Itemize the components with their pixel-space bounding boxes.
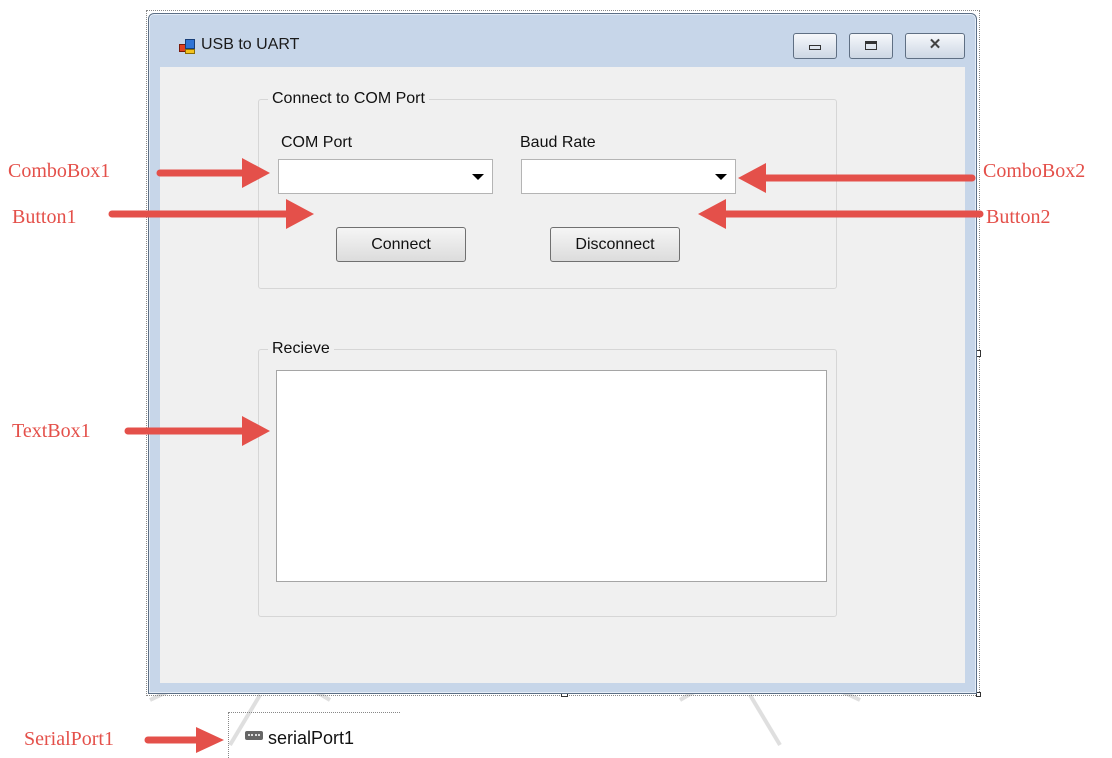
window-title: USB to UART	[201, 36, 300, 53]
maximize-button[interactable]	[849, 33, 893, 59]
serial-port-component[interactable]: serialPort1	[268, 728, 354, 749]
connect-group-title: Connect to COM Port	[268, 90, 429, 108]
form-client-area: Connect to COM Port COM Port Baud Rate C…	[160, 67, 965, 683]
arrow-serialport1	[144, 727, 224, 753]
connect-button[interactable]: Connect	[336, 227, 466, 262]
minimize-button[interactable]	[793, 33, 837, 59]
receive-textbox[interactable]	[276, 370, 827, 582]
close-icon: ✕	[928, 36, 942, 53]
callout-combobox1: ComboBox1	[8, 160, 111, 182]
minimize-icon	[809, 45, 821, 50]
title-bar[interactable]: USB to UART ✕	[149, 14, 976, 66]
com-port-label: COM Port	[281, 134, 353, 151]
com-port-combobox[interactable]	[278, 159, 493, 194]
callout-combobox2: ComboBox2	[983, 160, 1086, 182]
receive-groupbox: Recieve	[258, 340, 837, 617]
receive-group-title: Recieve	[268, 340, 334, 358]
chevron-down-icon[interactable]	[472, 174, 484, 180]
form-window: USB to UART ✕ Connect to COM Port COM Po…	[148, 13, 977, 694]
callout-serialport1: SerialPort1	[24, 728, 114, 750]
callout-textbox1: TextBox1	[12, 420, 91, 442]
connect-groupbox: Connect to COM Port COM Port Baud Rate C…	[258, 90, 837, 289]
maximize-icon	[865, 41, 877, 50]
callout-button1: Button1	[12, 206, 77, 228]
baud-rate-label: Baud Rate	[520, 134, 596, 151]
close-button[interactable]: ✕	[905, 33, 965, 59]
serial-port-icon	[245, 731, 263, 742]
chevron-down-icon[interactable]	[715, 174, 727, 180]
disconnect-button[interactable]: Disconnect	[550, 227, 680, 262]
baud-rate-combobox[interactable]	[521, 159, 736, 194]
callout-button2: Button2	[986, 206, 1051, 228]
app-icon	[179, 39, 195, 55]
